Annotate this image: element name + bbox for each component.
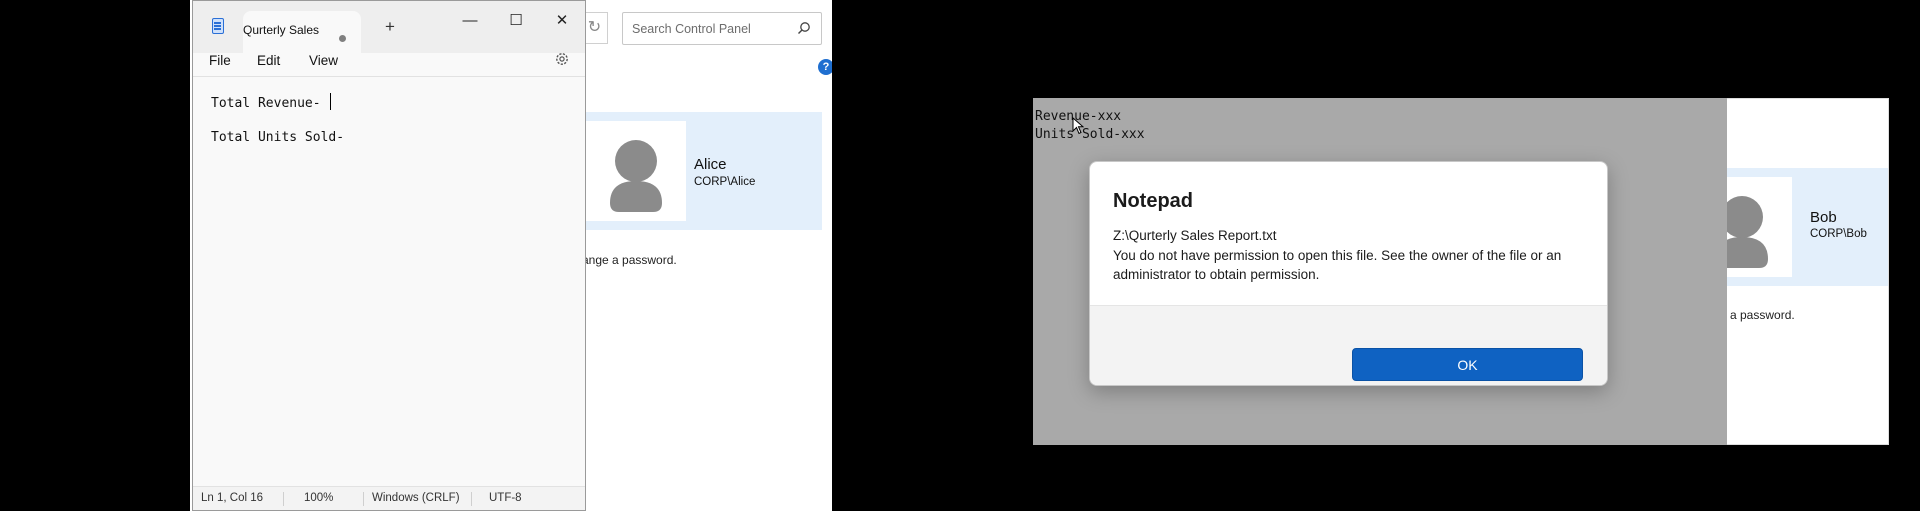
- status-zoom[interactable]: 100%: [304, 492, 333, 504]
- user-account: CORP\Bob: [1810, 228, 1867, 240]
- menu-bar: File Edit View: [193, 53, 585, 77]
- settings-gear-icon[interactable]: [554, 51, 570, 67]
- menu-edit[interactable]: Edit: [257, 53, 280, 68]
- close-button[interactable]: ✕: [542, 9, 582, 33]
- title-bar: Qurterly Sales + — ☐ ✕: [193, 1, 585, 53]
- user-card-alice[interactable]: Alice CORP\Alice: [582, 112, 822, 230]
- status-line-ending[interactable]: Windows (CRLF): [372, 492, 460, 504]
- background-line-units: Units Sold-xxx: [1035, 127, 1145, 142]
- status-divider: [283, 492, 284, 506]
- ok-button[interactable]: OK: [1352, 348, 1583, 381]
- user-name: Bob: [1810, 209, 1837, 226]
- new-tab-button[interactable]: +: [385, 17, 395, 37]
- dialog-title: Notepad: [1113, 190, 1193, 212]
- maximize-button[interactable]: ☐: [496, 9, 536, 33]
- change-password-link[interactable]: a password.: [1730, 308, 1795, 322]
- notepad-icon: [212, 18, 224, 34]
- user-avatar: [586, 121, 686, 221]
- control-panel-window: Bob CORP\Bob a password.: [1726, 98, 1889, 445]
- user-avatar-icon: [1727, 196, 1768, 268]
- status-position: Ln 1, Col 16: [201, 492, 264, 504]
- user-name: Alice: [694, 156, 727, 173]
- unsaved-dot-icon[interactable]: [339, 35, 346, 42]
- user-account: CORP\Alice: [694, 176, 756, 188]
- text-caret: [330, 93, 332, 110]
- editor-line-text: Total Revenue-: [211, 96, 329, 111]
- user-avatar-icon: [610, 140, 662, 212]
- change-password-link[interactable]: ange a password.: [582, 253, 677, 267]
- tab-title: Qurterly Sales: [243, 23, 320, 37]
- dialog-message: You do not have permission to open this …: [1113, 248, 1562, 282]
- search-input[interactable]: Search Control Panel: [622, 12, 822, 45]
- search-icon[interactable]: [797, 21, 811, 35]
- menu-separator: [193, 76, 585, 77]
- tab-qurterly-sales[interactable]: Qurterly Sales: [243, 11, 361, 53]
- menu-view[interactable]: View: [309, 53, 338, 68]
- mouse-cursor-icon: [1072, 117, 1084, 135]
- status-divider: [363, 492, 364, 506]
- status-bar: Ln 1, Col 16 100% Windows (CRLF) UTF-8: [193, 486, 585, 510]
- minimize-button[interactable]: —: [450, 9, 490, 33]
- user-card-bob[interactable]: Bob CORP\Bob: [1727, 168, 1888, 286]
- status-encoding[interactable]: UTF-8: [489, 492, 522, 504]
- editor-line: Total Units Sold-: [211, 130, 345, 145]
- menu-file[interactable]: File: [209, 53, 231, 68]
- editor-line: Total Revenue-: [211, 93, 332, 113]
- notepad-window: Qurterly Sales + — ☐ ✕ File Edit View To…: [192, 0, 586, 511]
- dialog-file-path: Z:\Qurterly Sales Report.txt: [1113, 228, 1277, 243]
- user-avatar: [1727, 177, 1792, 277]
- permission-error-dialog: Notepad Z:\Qurterly Sales Report.txt You…: [1089, 161, 1608, 386]
- status-divider: [471, 492, 472, 506]
- help-icon[interactable]: ?: [818, 59, 832, 75]
- search-placeholder: Search Control Panel: [632, 22, 751, 36]
